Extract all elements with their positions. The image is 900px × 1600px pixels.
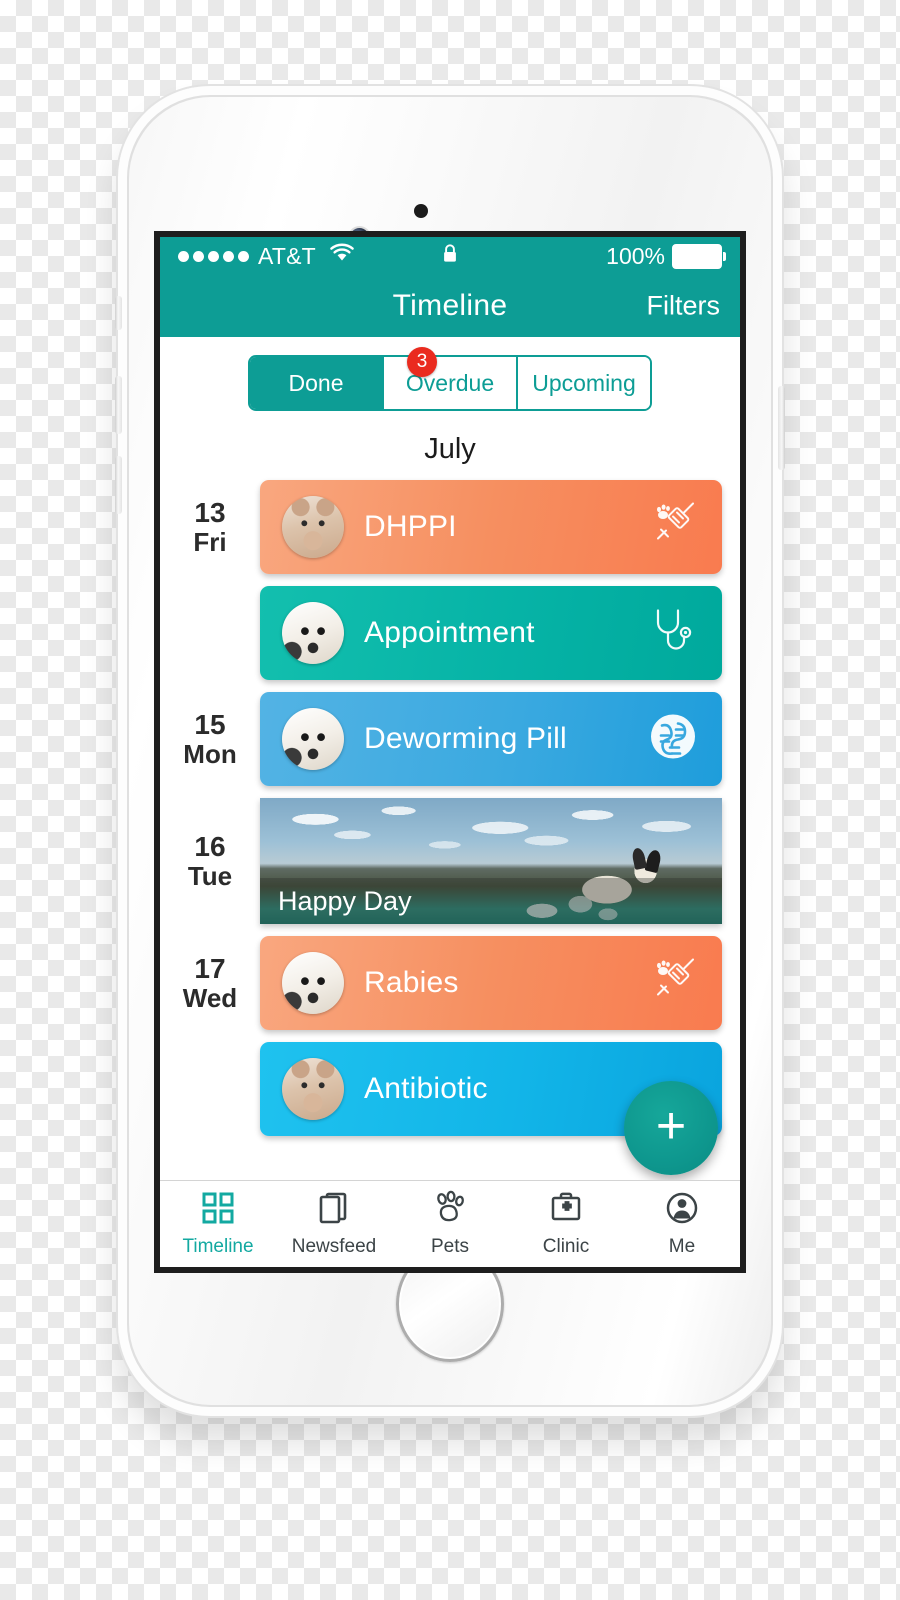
status-bar-right: 100% bbox=[606, 242, 726, 270]
date-weekday: Mon bbox=[183, 739, 237, 770]
tab-label: Pets bbox=[430, 1236, 470, 1257]
grid-icon bbox=[200, 1190, 236, 1231]
date-number: 13 bbox=[194, 496, 226, 528]
phone-screen: AT&T 100% Timeline Filters Done Overdue … bbox=[160, 237, 740, 1267]
signal-dot-icon bbox=[208, 250, 219, 262]
signal-dot-icon bbox=[238, 250, 249, 262]
person-circle-icon bbox=[664, 1190, 700, 1231]
bottom-tab-bar: Timeline Newsfeed Pets Clinic Me bbox=[160, 1180, 740, 1267]
medical-bag-icon bbox=[548, 1190, 584, 1231]
date-number: 15 bbox=[194, 708, 226, 740]
navigation-bar: Timeline Filters bbox=[160, 275, 740, 337]
segmented-control-wrapper: Done Overdue Upcoming 3 bbox=[160, 337, 740, 411]
photo-caption-bar: Happy Day bbox=[260, 878, 722, 924]
event-title: DHPPI bbox=[364, 510, 457, 543]
tab-label: Clinic bbox=[542, 1236, 590, 1257]
date-column: 13 Fri bbox=[160, 497, 260, 557]
page-title: Timeline bbox=[392, 289, 508, 322]
month-header: July bbox=[424, 433, 476, 465]
event-card-deworming-pill[interactable]: Deworming Pill bbox=[260, 692, 722, 786]
timeline-list: 13 Fri DHPPI Appointment 15 Mon Dewormin… bbox=[160, 480, 740, 1136]
date-weekday: Wed bbox=[182, 983, 238, 1014]
avatar bbox=[282, 1058, 344, 1120]
filters-button[interactable]: Filters bbox=[647, 291, 721, 322]
date-weekday: Tue bbox=[187, 861, 233, 892]
tab-overdue[interactable]: Overdue bbox=[384, 357, 518, 409]
event-card-dhppi[interactable]: DHPPI bbox=[260, 480, 722, 574]
status-bar: AT&T 100% bbox=[160, 237, 740, 275]
avatar bbox=[282, 952, 344, 1014]
tab-label: Newsfeed bbox=[291, 1236, 377, 1257]
tab-label: Me bbox=[668, 1236, 696, 1257]
event-title: Antibiotic bbox=[364, 1072, 488, 1105]
tab-done[interactable]: Done bbox=[250, 357, 384, 409]
lock-icon bbox=[442, 243, 459, 270]
timeline-row[interactable]: 15 Mon Deworming Pill bbox=[160, 692, 722, 786]
tab-clinic[interactable]: Clinic bbox=[508, 1190, 624, 1258]
photo-card-happy-day[interactable]: Happy Day bbox=[260, 798, 722, 924]
timeline-row[interactable]: Appointment bbox=[160, 586, 722, 680]
date-column: 17 Wed bbox=[160, 953, 260, 1013]
timeline-row[interactable]: 16 Tue Happy Day bbox=[160, 798, 722, 924]
status-bar-left: AT&T bbox=[178, 243, 355, 270]
avatar bbox=[282, 496, 344, 558]
battery-percent-label: 100% bbox=[606, 242, 665, 269]
date-column: 15 Mon bbox=[160, 709, 260, 769]
volume-up-button[interactable] bbox=[115, 376, 122, 434]
tab-timeline[interactable]: Timeline bbox=[160, 1190, 276, 1258]
carrier-label: AT&T bbox=[258, 242, 316, 269]
stethoscope-icon bbox=[648, 605, 698, 662]
tab-pets[interactable]: Pets bbox=[392, 1190, 508, 1258]
segmented-control[interactable]: Done Overdue Upcoming bbox=[248, 355, 652, 411]
date-weekday: Fri bbox=[193, 527, 227, 558]
add-event-fab[interactable]: + bbox=[624, 1081, 718, 1175]
timeline-row[interactable]: 17 Wed Rabies bbox=[160, 936, 722, 1030]
tab-me[interactable]: Me bbox=[624, 1190, 740, 1258]
event-card-rabies[interactable]: Rabies bbox=[260, 936, 722, 1030]
date-column: 16 Tue bbox=[160, 831, 260, 891]
event-title: Rabies bbox=[364, 966, 459, 999]
syringe-paw-icon bbox=[646, 955, 698, 1012]
avatar bbox=[282, 708, 344, 770]
photo-caption: Happy Day bbox=[278, 885, 412, 916]
paw-icon bbox=[432, 1190, 468, 1231]
signal-dot-icon bbox=[223, 250, 234, 262]
tab-newsfeed[interactable]: Newsfeed bbox=[276, 1190, 392, 1258]
cards-icon bbox=[316, 1190, 352, 1231]
tab-upcoming[interactable]: Upcoming bbox=[518, 357, 650, 409]
syringe-paw-icon bbox=[646, 499, 698, 556]
worm-pill-icon bbox=[648, 712, 698, 767]
silent-switch[interactable] bbox=[115, 296, 122, 330]
signal-dot-icon bbox=[178, 250, 189, 262]
power-button[interactable] bbox=[778, 386, 785, 470]
tab-label: Timeline bbox=[182, 1236, 254, 1257]
overdue-badge: 3 bbox=[407, 347, 437, 377]
wifi-icon bbox=[329, 243, 355, 269]
date-number: 16 bbox=[194, 830, 226, 862]
volume-down-button[interactable] bbox=[115, 456, 122, 514]
proximity-sensor bbox=[414, 204, 428, 218]
plus-icon: + bbox=[655, 1096, 687, 1155]
event-title: Appointment bbox=[364, 616, 535, 649]
avatar bbox=[282, 602, 344, 664]
timeline-row[interactable]: 13 Fri DHPPI bbox=[160, 480, 722, 574]
date-number: 17 bbox=[194, 952, 226, 984]
event-card-appointment[interactable]: Appointment bbox=[260, 586, 722, 680]
signal-dot-icon bbox=[193, 250, 204, 262]
event-title: Deworming Pill bbox=[364, 722, 567, 755]
battery-full-icon bbox=[672, 243, 726, 269]
